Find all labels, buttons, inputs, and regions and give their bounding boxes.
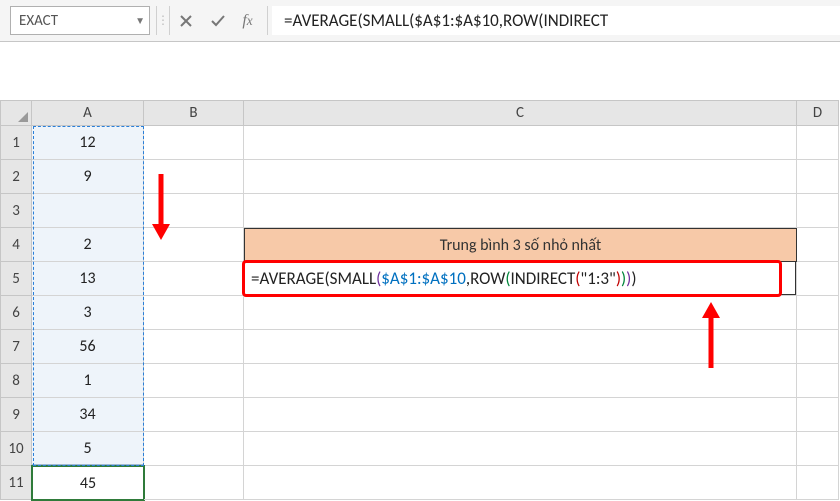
row-header-9[interactable]: 9 — [0, 398, 32, 432]
cell-a1[interactable]: 12 — [32, 126, 144, 160]
cancel-formula-button[interactable] — [170, 0, 202, 41]
cell-d3[interactable] — [797, 194, 839, 228]
cell-d5[interactable] — [797, 262, 839, 296]
cell-d6[interactable] — [797, 296, 839, 330]
cell-c11[interactable] — [244, 466, 797, 500]
select-all-corner[interactable] — [0, 100, 32, 126]
chevron-down-icon[interactable]: ▼ — [135, 14, 145, 27]
col-header-b[interactable]: B — [144, 100, 244, 126]
cell-c5[interactable]: =AVERAGE(SMALL($A$1:$A$10,ROW(INDIRECT("… — [244, 262, 797, 296]
cell-d2[interactable] — [797, 160, 839, 194]
f-paren1c: ) — [631, 268, 636, 289]
row-header-4[interactable]: 4 — [0, 228, 32, 262]
row-header-7[interactable]: 7 — [0, 330, 32, 364]
cell-d4[interactable] — [797, 228, 839, 262]
formula-input[interactable]: =AVERAGE(SMALL($A$1:$A$10,ROW(INDIRECT — [272, 6, 840, 35]
f-indirect: INDIRECT — [511, 268, 576, 289]
row-header-8[interactable]: 8 — [0, 364, 32, 398]
formula-bar-separator: ⋮ — [156, 6, 170, 35]
cell-a6[interactable]: 3 — [32, 296, 144, 330]
cell-a2[interactable]: 9 — [32, 160, 144, 194]
x-icon — [178, 13, 194, 29]
cell-c8[interactable] — [244, 364, 797, 398]
cell-c2[interactable] — [244, 160, 797, 194]
formula-bar: EXACT ▼ ⋮ fx =AVERAGE(SMALL($A$1:$A$10,R… — [0, 0, 840, 42]
f-small: SMALL — [330, 268, 376, 289]
col-header-a[interactable]: A — [32, 100, 144, 126]
cell-c4[interactable]: Trung bình 3 số nhỏ nhất — [244, 228, 797, 262]
cell-b2[interactable] — [144, 160, 244, 194]
cell-d7[interactable] — [797, 330, 839, 364]
cell-a9[interactable]: 34 — [32, 398, 144, 432]
cell-c9[interactable] — [244, 398, 797, 432]
f-range: $A$1:$A$10 — [381, 268, 466, 289]
cell-b9[interactable] — [144, 398, 244, 432]
row-header-5[interactable]: 5 — [0, 262, 32, 296]
cell-c5-formula: =AVERAGE(SMALL($A$1:$A$10,ROW(INDIRECT("… — [244, 262, 796, 295]
row-header-11[interactable]: 11 — [0, 466, 32, 500]
cell-c6[interactable] — [244, 296, 797, 330]
enter-formula-button[interactable] — [202, 0, 234, 41]
f-avg: =AVERAGE — [251, 268, 324, 289]
cell-c10[interactable] — [244, 432, 797, 466]
cell-b4[interactable] — [144, 228, 244, 262]
cell-b5[interactable] — [144, 262, 244, 296]
spreadsheet-grid[interactable]: A B C D 1 12 2 9 3 4 2 Trung bình 3 số n… — [0, 100, 840, 500]
c4-label: Trung bình 3 số nhỏ nhất — [440, 236, 601, 255]
insert-function-button[interactable]: fx — [234, 6, 268, 35]
check-icon — [210, 13, 226, 29]
f-row: ,ROW — [466, 268, 506, 289]
ribbon-spacer — [0, 42, 840, 100]
cell-b6[interactable] — [144, 296, 244, 330]
cell-a10[interactable]: 5 — [32, 432, 144, 466]
cell-b8[interactable] — [144, 364, 244, 398]
fx-icon: fx — [242, 12, 252, 30]
cell-b1[interactable] — [144, 126, 244, 160]
f-str: "1:3" — [580, 268, 615, 289]
cell-b10[interactable] — [144, 432, 244, 466]
cell-b3[interactable] — [144, 194, 244, 228]
cell-a8[interactable]: 1 — [32, 364, 144, 398]
row-header-10[interactable]: 10 — [0, 432, 32, 466]
cell-d8[interactable] — [797, 364, 839, 398]
cell-c7[interactable] — [244, 330, 797, 364]
cell-a3[interactable] — [32, 194, 144, 228]
formula-text: =AVERAGE(SMALL($A$1:$A$10,ROW(INDIRECT — [284, 10, 608, 31]
cell-a7[interactable]: 56 — [32, 330, 144, 364]
name-box[interactable]: EXACT ▼ — [10, 6, 150, 35]
cell-d11[interactable] — [797, 466, 839, 500]
cell-c3[interactable] — [244, 194, 797, 228]
cell-c1[interactable] — [244, 126, 797, 160]
name-box-value: EXACT — [19, 12, 58, 30]
cell-d1[interactable] — [797, 126, 839, 160]
col-header-d[interactable]: D — [797, 100, 839, 126]
row-header-1[interactable]: 1 — [0, 126, 32, 160]
cell-d9[interactable] — [797, 398, 839, 432]
row-header-2[interactable]: 2 — [0, 160, 32, 194]
col-header-c[interactable]: C — [244, 100, 797, 126]
cell-d10[interactable] — [797, 432, 839, 466]
cell-a4[interactable]: 2 — [32, 228, 144, 262]
cell-b7[interactable] — [144, 330, 244, 364]
row-header-6[interactable]: 6 — [0, 296, 32, 330]
row-header-3[interactable]: 3 — [0, 194, 32, 228]
cell-a5[interactable]: 13 — [32, 262, 144, 296]
cell-a11[interactable]: 45 — [31, 465, 145, 501]
cell-b11[interactable] — [144, 466, 244, 500]
